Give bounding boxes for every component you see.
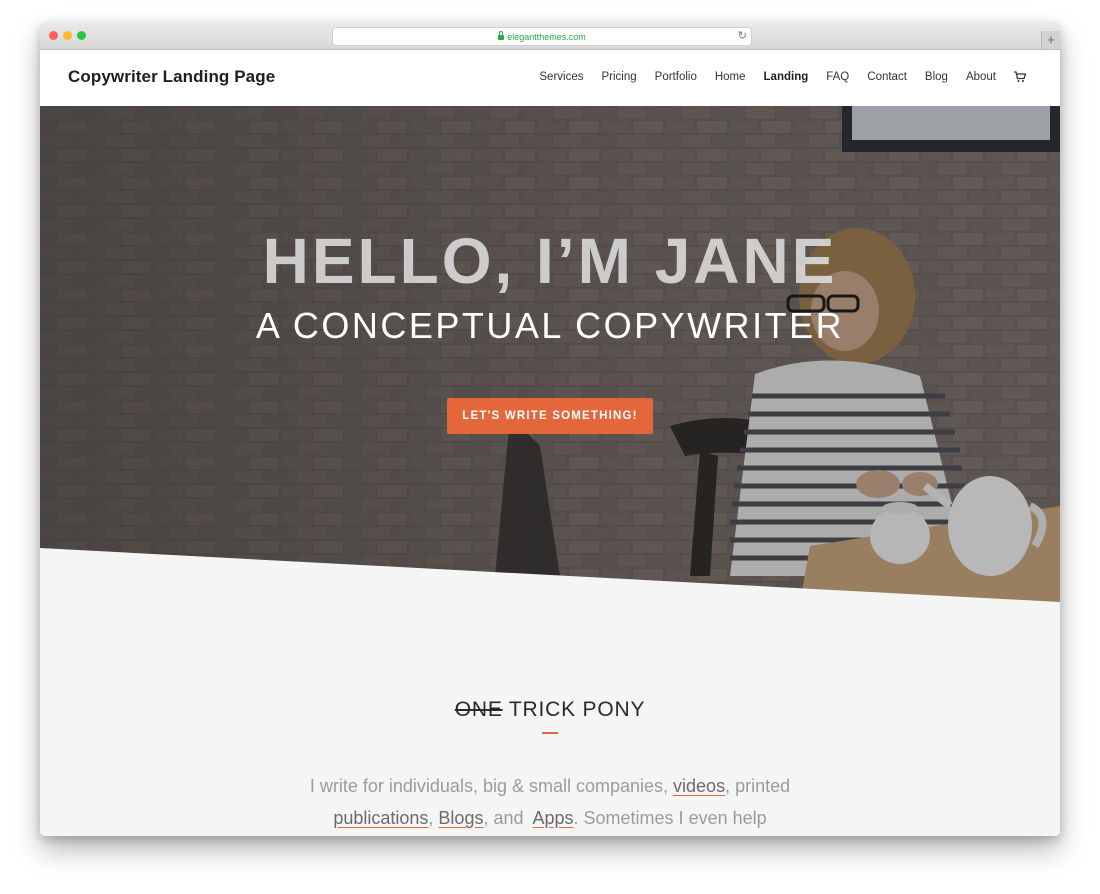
link-videos[interactable]: videos [673,776,725,796]
address-bar[interactable]: elegantthemes.com ↻ [332,27,752,46]
minimize-window-button[interactable] [63,31,72,40]
zoom-window-button[interactable] [77,31,86,40]
hero-background-image [40,106,1060,603]
title-accent-divider [542,732,558,734]
intro-text-1: I write for individuals, big & small com… [309,776,674,796]
nav-item-landing[interactable]: Landing [764,71,809,83]
reload-icon[interactable]: ↻ [738,29,747,42]
close-window-button[interactable] [49,31,58,40]
new-tab-button[interactable]: + [1041,31,1060,49]
nav-item-pricing[interactable]: Pricing [602,71,637,83]
link-apps[interactable]: Apps [533,808,574,828]
browser-toolbar: elegantthemes.com ↻ + [40,22,1060,50]
section-title-struck: ONE [454,698,503,721]
hero-title: HELLO, I’M JANE [262,225,838,297]
nav-item-blog[interactable]: Blog [925,71,948,83]
lock-icon [498,31,505,40]
section-title-rest: TRICK PONY [502,698,646,721]
cta-button[interactable]: LET'S WRITE SOMETHING! [447,398,653,434]
hero-subtitle: A CONCEPTUAL COPYWRITER [255,305,845,346]
hero-section: HELLO, I’M JANE A CONCEPTUAL COPYWRITER … [40,106,1060,603]
intro-text-4: , and [483,808,533,828]
url-text: elegantthemes.com [507,31,586,42]
link-blogs[interactable]: Blogs [438,808,483,828]
browser-window: elegantthemes.com ↻ + Copywriter Landing… [40,22,1060,836]
nav-item-home[interactable]: Home [715,71,746,83]
intro-paragraph: I write for individuals, big & small com… [240,770,860,834]
site-logo[interactable]: Copywriter Landing Page [68,67,275,87]
nav-item-about[interactable]: About [966,71,996,83]
link-publications[interactable]: publications [333,808,428,828]
intro-text-5: . Sometimes I even help [573,808,767,828]
main-nav: Services Pricing Portfolio Home Landing … [521,71,1026,83]
site-header: Copywriter Landing Page Services Pricing… [40,50,1060,107]
nav-item-portfolio[interactable]: Portfolio [655,71,697,83]
nav-item-services[interactable]: Services [539,71,583,83]
cart-icon[interactable] [1014,71,1026,83]
nav-item-faq[interactable]: FAQ [826,71,849,83]
intro-text-2: , printed [725,776,791,796]
section-title: ONE TRICK PONY [40,698,1060,722]
intro-text-3: , [428,808,439,828]
nav-item-contact[interactable]: Contact [867,71,907,83]
